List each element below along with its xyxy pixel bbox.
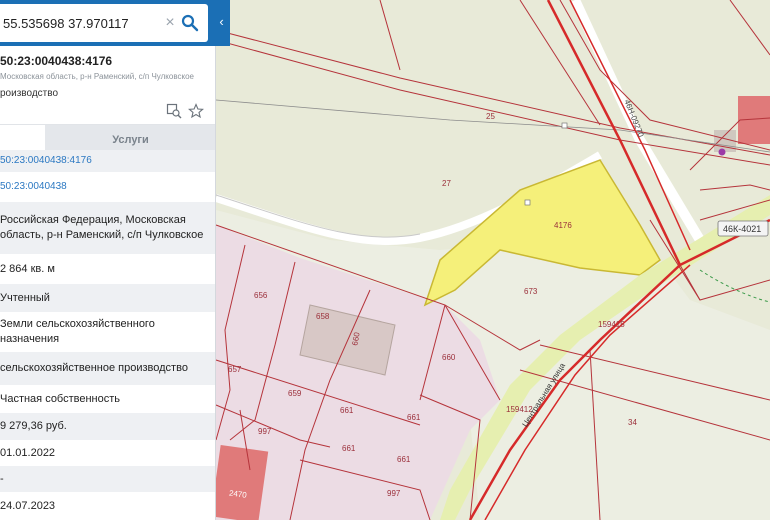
- road-badge-label: 46К-4021: [723, 224, 761, 234]
- parcel-type: роизводство: [0, 88, 59, 99]
- parcel-label: 661: [397, 455, 411, 464]
- attr-area: 2 864 кв. м: [0, 262, 55, 275]
- parcel-label: 661: [342, 444, 356, 453]
- search-bar: ×: [0, 0, 215, 46]
- collapse-panel-button[interactable]: ‹: [213, 0, 230, 46]
- parcel-label: 4176: [554, 221, 572, 230]
- parcel-label: 659: [288, 389, 302, 398]
- parcel-label: 27: [442, 179, 451, 188]
- clear-search-button[interactable]: ×: [162, 13, 178, 33]
- parcel-label: 661: [407, 413, 421, 422]
- parcel-label: 25: [486, 112, 495, 121]
- close-icon: ×: [165, 14, 175, 31]
- attr-category: Земли сельскохозяйственного назначения: [0, 318, 155, 345]
- search-input[interactable]: [0, 4, 160, 42]
- attr-status: Учтенный: [0, 284, 215, 312]
- chevron-left-icon: ‹: [219, 14, 224, 29]
- parcel-tools: [166, 102, 206, 120]
- attr-dash: -: [0, 466, 215, 492]
- parcel-label: 159415: [598, 320, 625, 329]
- utility-node: [524, 199, 531, 206]
- parcel-label: 997: [387, 489, 401, 498]
- attr-permitted-use: сельскохозяйственное производство: [0, 352, 215, 385]
- parcel-label: 657: [228, 365, 242, 374]
- parcel-address: Московская область, р-н Раменский, с/п Ч…: [0, 72, 194, 81]
- parcel-info-panel: × 50:23:0040438:4176 Московская область,…: [0, 0, 216, 520]
- attr-update-date: 24.07.2023: [0, 499, 56, 512]
- attr-ownership: Частная собственность: [0, 392, 121, 405]
- utility-node: [561, 122, 568, 129]
- parcel-label: 673: [524, 287, 538, 296]
- poi-marker-icon[interactable]: [718, 148, 726, 156]
- zoom-to-parcel-icon[interactable]: [166, 103, 182, 119]
- parcel-label: 656: [254, 291, 268, 300]
- parcel-label: 997: [258, 427, 272, 436]
- parcel-label: 661: [340, 406, 354, 415]
- cadastral-quarter-link[interactable]: 50:23:0040438: [0, 176, 215, 198]
- parcel-label: 34: [628, 418, 637, 427]
- attr-cadastral-value: 9 279,36 руб.: [0, 413, 215, 440]
- parcel-label: 658: [316, 312, 330, 321]
- search-icon: [181, 14, 199, 32]
- search-button[interactable]: [180, 13, 200, 33]
- parcel-number: 50:23:0040438:4176: [0, 54, 113, 68]
- cadastral-number-link[interactable]: 50:23:0040438:4176: [0, 150, 215, 172]
- parcel-label: 660: [442, 353, 456, 362]
- building: [210, 444, 269, 520]
- search-box: ×: [0, 4, 208, 42]
- attr-value-date: 01.01.2022: [0, 446, 56, 459]
- star-icon[interactable]: [188, 103, 204, 119]
- attr-address: Российская Федерация, Московская область…: [0, 202, 215, 254]
